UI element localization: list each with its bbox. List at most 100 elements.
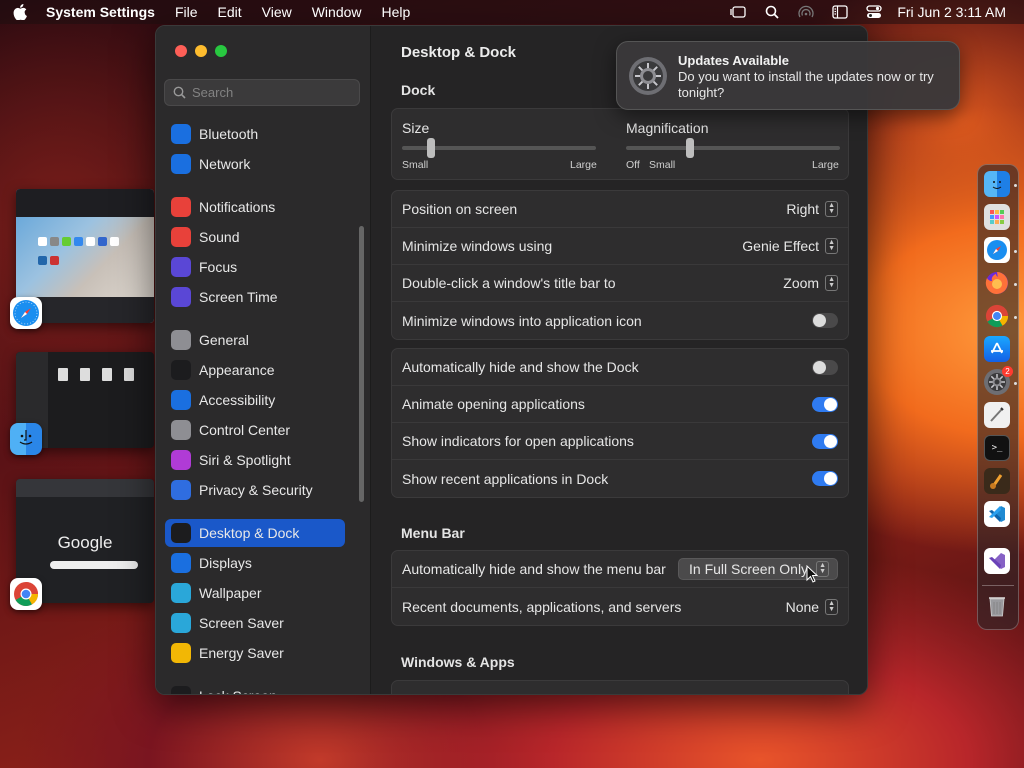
- sidebar-item-label: Screen Time: [199, 289, 278, 305]
- close-button[interactable]: [175, 45, 187, 57]
- minimize-into-icon-toggle[interactable]: [812, 313, 838, 328]
- instruments-icon[interactable]: [984, 468, 1010, 494]
- app-store-icon[interactable]: [984, 336, 1010, 362]
- animate-toggle[interactable]: [812, 396, 838, 412]
- sidebar-item-bluetooth[interactable]: Bluetooth: [165, 120, 345, 148]
- chevron-updown-icon: ▲ ▼: [825, 275, 838, 291]
- chevron-updown-icon: ▲ ▼: [825, 201, 838, 217]
- double-click-popup[interactable]: Zoom ▲ ▼: [783, 275, 838, 291]
- indicators-label: Show indicators for open applications: [402, 433, 634, 449]
- sidebar-item-notifications[interactable]: Notifications: [165, 193, 345, 221]
- search-field[interactable]: [164, 79, 360, 106]
- chrome-badge-icon[interactable]: [10, 578, 42, 610]
- magnification-slider-knob[interactable]: [686, 138, 695, 158]
- airdrop-icon[interactable]: [789, 0, 823, 24]
- sidebar-item-privacy-security[interactable]: Privacy & Security: [165, 476, 345, 504]
- minimize-effect-popup[interactable]: Genie Effect ▲ ▼: [742, 238, 838, 254]
- menubar-autohide-row[interactable]: Automatically hide and show the menu bar…: [392, 551, 848, 588]
- dock-toggles-card: Automatically hide and show the Dock Ani…: [391, 348, 849, 498]
- appearance-icon: [171, 360, 191, 380]
- notification-banner[interactable]: Updates Available Do you want to install…: [616, 41, 960, 110]
- safari-badge-icon[interactable]: [10, 297, 42, 329]
- finder-badge-icon[interactable]: [10, 423, 42, 455]
- sidebar-item-label: Privacy & Security: [199, 482, 313, 498]
- apple-menu-icon[interactable]: [0, 4, 40, 20]
- accessibility-icon: [171, 390, 191, 410]
- launchpad-icon[interactable]: [984, 204, 1010, 230]
- minimize-button[interactable]: [195, 45, 207, 57]
- animate-row: Animate opening applications: [392, 386, 848, 423]
- menu-view[interactable]: View: [252, 4, 302, 20]
- auto-hide-dock-toggle[interactable]: [812, 359, 838, 375]
- double-click-row[interactable]: Double-click a window's title bar to Zoo…: [392, 265, 848, 302]
- visual-studio-icon[interactable]: [984, 548, 1010, 574]
- sidebar-item-appearance[interactable]: Appearance: [165, 356, 345, 384]
- terminal-icon[interactable]: >_: [984, 435, 1010, 461]
- script-editor-icon[interactable]: [984, 402, 1010, 428]
- stage-manager-icon[interactable]: [721, 0, 755, 24]
- recent-docs-popup[interactable]: None ▲ ▼: [786, 598, 838, 615]
- spotlight-search-icon[interactable]: [755, 0, 789, 24]
- control-center-toggle-icon[interactable]: [857, 0, 891, 24]
- sidebar-item-network[interactable]: Network: [165, 150, 345, 178]
- safari-icon[interactable]: [984, 237, 1010, 263]
- minimize-effect-row[interactable]: Minimize windows using Genie Effect ▲ ▼: [392, 228, 848, 265]
- menu-edit[interactable]: Edit: [208, 4, 252, 20]
- sidebar-item-focus[interactable]: Focus: [165, 253, 345, 281]
- section-windows-header: Windows & Apps: [401, 654, 515, 670]
- sidebar-item-lock-screen[interactable]: Lock Screen: [165, 682, 345, 694]
- notification-title: Updates Available: [678, 53, 790, 68]
- recent-apps-toggle[interactable]: [812, 471, 838, 486]
- hand-icon: [171, 480, 191, 500]
- sidebar-item-control-center[interactable]: Control Center: [165, 416, 345, 444]
- sidebar-item-wallpaper[interactable]: Wallpaper: [165, 579, 345, 607]
- sidebar-item-label: Bluetooth: [199, 126, 259, 142]
- sidebar-item-sound[interactable]: Sound: [165, 223, 345, 251]
- sidebar-item-accessibility[interactable]: Accessibility: [165, 386, 345, 414]
- mouse-pointer-icon: [806, 565, 818, 583]
- size-max-label: Large: [570, 159, 597, 171]
- menu-help[interactable]: Help: [372, 4, 421, 20]
- dock-behavior-card: Position on screen Right ▲ ▼ Minimize wind…: [391, 190, 849, 340]
- gear-icon: [171, 330, 191, 350]
- auto-hide-dock-row: Automatically hide and show the Dock: [392, 349, 848, 386]
- sidebar-item-label: Sound: [199, 229, 240, 245]
- trash-icon[interactable]: [984, 593, 1010, 619]
- chevron-updown-icon: ▲ ▼: [825, 598, 838, 615]
- magnification-off-label: Off: [626, 159, 640, 171]
- magnification-min-label: Small: [649, 159, 676, 171]
- sidebar-item-label: Siri & Spotlight: [199, 452, 291, 468]
- sidebar-scrollbar[interactable]: [359, 226, 364, 502]
- size-label: Size: [402, 120, 430, 136]
- menu-app-name[interactable]: System Settings: [40, 4, 165, 20]
- search-input[interactable]: [192, 85, 352, 100]
- zoom-button[interactable]: [215, 45, 227, 57]
- sidebar-item-displays[interactable]: Displays: [165, 549, 345, 577]
- section-menubar-header: Menu Bar: [401, 525, 465, 541]
- recent-docs-row[interactable]: Recent documents, applications, and serv…: [392, 588, 848, 625]
- sidebar-item-label: Wallpaper: [199, 585, 262, 601]
- running-indicator: [1014, 382, 1017, 385]
- firefox-icon[interactable]: [984, 270, 1010, 296]
- sidebar-item-energy-saver[interactable]: Energy Saver: [165, 639, 345, 667]
- sidebar-item-desktop-dock[interactable]: Desktop & Dock: [165, 519, 345, 547]
- position-row[interactable]: Position on screen Right ▲ ▼: [392, 191, 848, 228]
- vscode-icon[interactable]: [984, 501, 1010, 527]
- sidebar-item-screen-time[interactable]: Screen Time: [165, 283, 345, 311]
- sidebar-item-general[interactable]: General: [165, 326, 345, 354]
- size-slider[interactable]: [402, 138, 596, 158]
- chrome-icon[interactable]: [984, 303, 1010, 329]
- system-settings-gear-icon: [629, 57, 667, 95]
- sidebar-item-screen-saver[interactable]: Screen Saver: [165, 609, 345, 637]
- position-popup[interactable]: Right ▲ ▼: [786, 201, 838, 217]
- finder-icon[interactable]: [984, 171, 1010, 197]
- menu-clock[interactable]: Fri Jun 2 3:11 AM: [891, 4, 1024, 20]
- menu-file[interactable]: File: [165, 4, 208, 20]
- menu-window[interactable]: Window: [302, 4, 372, 20]
- size-slider-knob[interactable]: [427, 138, 436, 158]
- indicators-toggle[interactable]: [812, 433, 838, 449]
- settings-sidebar: Bluetooth Network Notifications Sound Focus S…: [156, 26, 371, 694]
- magnification-slider[interactable]: [626, 138, 840, 158]
- sidebar-item-siri-spotlight[interactable]: Siri & Spotlight: [165, 446, 345, 474]
- sidebar-list-icon[interactable]: [823, 0, 857, 24]
